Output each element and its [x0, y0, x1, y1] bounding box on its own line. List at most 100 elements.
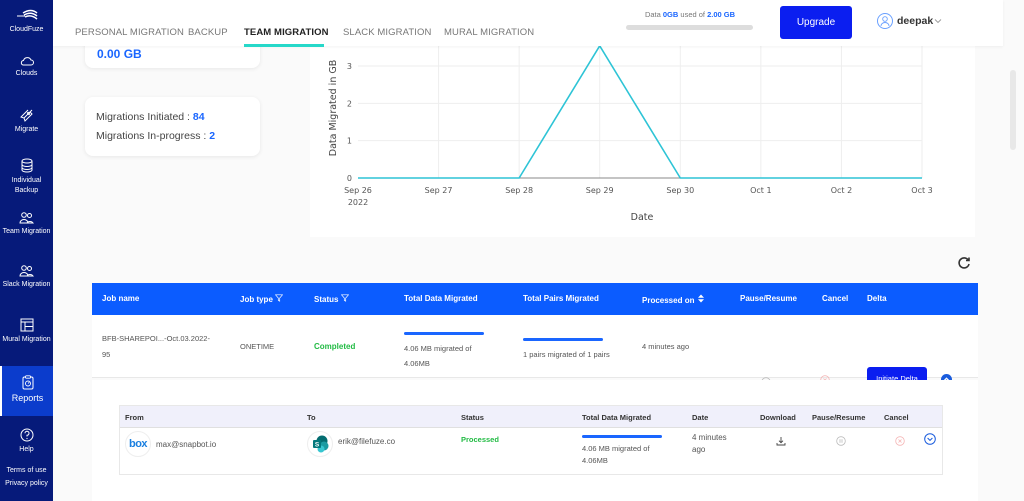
chart-x-tick-label: Sep 27 [425, 186, 453, 195]
scrollbar-thumb[interactable] [1010, 70, 1016, 150]
tab-slack-migration[interactable]: SLACK MIGRATION [343, 27, 431, 38]
refresh-icon [958, 257, 970, 269]
sidebar-item-team-migration[interactable]: Team Migration [0, 212, 53, 237]
col-processed-on[interactable]: Processed on [642, 294, 705, 305]
job-type-cell: ONETIME [240, 342, 275, 351]
migrations-inprogress-stat: Migrations In-progress : 2 [96, 130, 216, 142]
chevron-down-circle-icon [924, 433, 936, 445]
upgrade-button[interactable]: Upgrade [780, 6, 852, 39]
sidebar-item-reports[interactable]: Reports [0, 366, 53, 416]
terms-of-use-link[interactable]: Terms of use [0, 464, 53, 477]
layout-icon [20, 318, 33, 332]
sidebar-item-individual-backup[interactable]: Individual Backup [0, 158, 53, 196]
sidebar-item-help[interactable]: Help [0, 428, 53, 455]
chevron-down-icon [934, 19, 942, 24]
sidebar-item-slack-migration[interactable]: Slack Migration [0, 265, 53, 290]
database-icon [21, 158, 32, 173]
page-scrollbar[interactable] [1003, 46, 1024, 501]
chart-svg: Sep 26 Sep 27 Sep 28 Sep 29 Sep 30 Oct 1 Oct 2… [328, 44, 933, 223]
col-status[interactable]: Status [314, 294, 349, 304]
migrations-initiated-stat: Migrations Initiated : 84 [96, 111, 205, 123]
to-account: erik@filefuze.co [338, 437, 396, 446]
migrations-inprogress-value: 2 [209, 130, 216, 142]
tab-mural-migration[interactable]: MURAL MIGRATION [444, 27, 534, 38]
user-menu[interactable]: deepak [877, 13, 942, 29]
user-avatar-icon [877, 13, 893, 29]
rocket-icon [19, 109, 33, 122]
pair-cancel-button[interactable] [895, 433, 905, 451]
col-cancel: Cancel [822, 294, 849, 303]
chart-x-axis-label: Date [631, 212, 654, 223]
chart-y-tick-label: 2 [347, 99, 352, 108]
brand-logo[interactable]: CloudFuze [0, 8, 53, 35]
filter-icon[interactable] [340, 294, 349, 302]
chart-y-tick-label: 0 [347, 174, 352, 183]
col-total-data-migrated: Total Data Migrated [404, 294, 478, 303]
col-download: Download [760, 413, 796, 422]
from-account: max@snapbot.io [156, 440, 217, 449]
processed-on-cell: 4 minutes ago [642, 342, 690, 351]
migrations-stats-card: Migrations Initiated : 84 Migrations In-… [85, 97, 260, 156]
chart-x-tick-label: Oct 3 [911, 186, 932, 195]
col-to: To [307, 413, 316, 422]
top-bar: PERSONAL MIGRATION BACKUP TEAM MIGRATION… [53, 0, 1003, 47]
pair-pause-button[interactable] [836, 433, 846, 451]
data-migrated-progress-bar [404, 332, 484, 335]
sharepoint-logo-icon: S [307, 431, 333, 457]
pair-data-migrated-cell: 4.06 MB migrated of 4.06MB [582, 444, 650, 465]
sort-icon[interactable] [697, 294, 705, 303]
pairs-table: From To Status Total Data Migrated Date … [119, 405, 943, 475]
col-delta: Delta [867, 294, 887, 303]
active-tab-indicator [244, 44, 324, 47]
data-migrated-cell: 4.06 MB migrated of 4.06MB [404, 344, 472, 368]
brand-name: CloudFuze [9, 26, 44, 33]
col-from: From [125, 413, 144, 422]
refresh-button[interactable] [956, 255, 972, 271]
chart-x-tick-label: Oct 1 [750, 186, 771, 195]
tab-backup[interactable]: BACKUP [188, 27, 228, 38]
pair-status-badge: Processed [461, 435, 499, 444]
filter-icon[interactable] [274, 294, 284, 302]
tab-personal-migration[interactable]: PERSONAL MIGRATION [75, 27, 184, 38]
storage-quota-text: Data 0GB used of 2.00 GB [644, 10, 736, 19]
expand-pair-button[interactable] [924, 432, 936, 450]
jobs-table: Job name Job type Status Total Data Migr… [92, 283, 978, 390]
pair-row[interactable]: box max@snapbot.io S erik@filefuze.co Pr… [120, 428, 942, 476]
sidebar: CloudFuze Clouds Migrate Individual Back… [0, 0, 53, 501]
users-icon [19, 212, 34, 224]
privacy-policy-link[interactable]: Privacy policy [0, 477, 53, 490]
job-name-cell: BFB-SHAREPOI...-Oct.03.2022- 95 [102, 334, 210, 359]
col-total-pairs-migrated: Total Pairs Migrated [523, 294, 599, 303]
migrations-initiated-value: 84 [192, 111, 205, 123]
chart-x-tick-sublabel: 2022 [348, 198, 368, 207]
table-row[interactable]: BFB-SHAREPOI...-Oct.03.2022- 95 ONETIME … [92, 315, 978, 390]
download-button[interactable] [776, 433, 786, 451]
data-migrated-chart: Sep 26 Sep 27 Sep 28 Sep 29 Sep 30 Oct 1 Oct 2… [310, 44, 975, 237]
users-icon [19, 265, 34, 277]
svg-text:S: S [315, 442, 320, 449]
jobs-table-header: Job name Job type Status Total Data Migr… [92, 283, 978, 315]
chart-x-tick-label: Sep 28 [505, 186, 533, 195]
pairs-migrated-cell: 1 pairs migrated of 1 pairs [523, 350, 610, 359]
help-icon [20, 428, 33, 442]
chart-y-tick-label: 3 [347, 62, 352, 71]
chart-x-tick-label: Sep 30 [666, 186, 694, 195]
sidebar-item-migrate[interactable]: Migrate [0, 108, 53, 135]
tab-team-migration[interactable]: TEAM MIGRATION [244, 27, 329, 38]
col-job-name: Job name [102, 294, 140, 303]
job-detail-panel: From To Status Total Data Migrated Date … [92, 380, 978, 501]
col-pause-resume: Pause/Resume [740, 294, 797, 303]
clipboard-icon [22, 375, 33, 390]
sidebar-item-clouds[interactable]: Clouds [0, 56, 53, 79]
col-pair-pause-resume: Pause/Resume [812, 413, 866, 422]
pairs-migrated-progress-bar [523, 338, 603, 341]
chart-y-tick-label: 1 [347, 137, 352, 146]
pair-data-progress-bar [582, 435, 662, 438]
storage-quota-bar [626, 25, 753, 30]
chart-y-axis-label: Data Migrated in GB [328, 60, 339, 156]
sidebar-item-mural-migration[interactable]: Mural Migration [0, 318, 53, 345]
box-logo-icon: box [125, 431, 151, 457]
user-name: deepak [897, 15, 934, 27]
pair-date-cell: 4 minutes ago [692, 433, 727, 454]
col-job-type[interactable]: Job type [240, 294, 284, 304]
